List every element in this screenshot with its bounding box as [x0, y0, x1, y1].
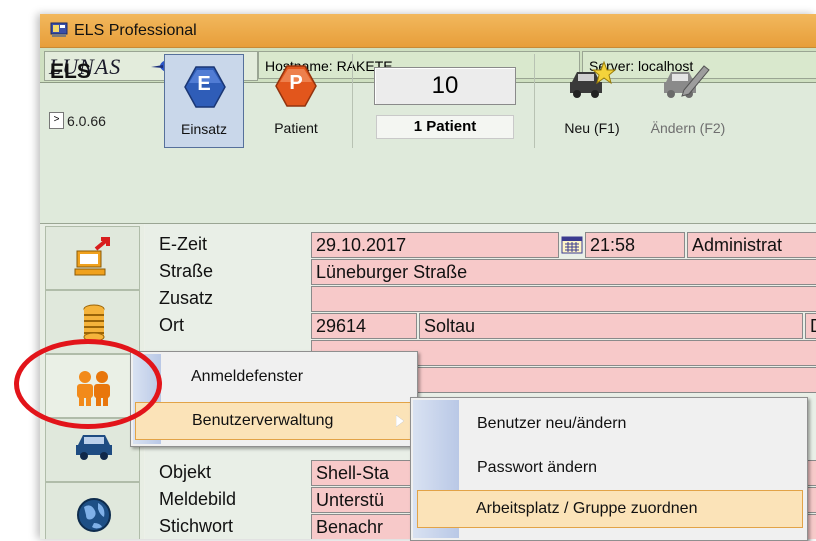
toolbar-separator [352, 54, 353, 148]
computer-arrow-icon [74, 237, 110, 276]
edit-car-pencil-icon [664, 65, 710, 98]
toolbar-separator [534, 54, 535, 148]
submenu-arrow-icon [396, 415, 404, 427]
einsatz-label: Einsatz [181, 121, 227, 137]
toolbar: ELS > 6.0.66 E Einsatz P Patient 10 1 Pa… [40, 54, 816, 224]
field-label-zusatz: Zusatz [159, 288, 214, 308]
ezeit-date-field[interactable]: 29.10.2017 [311, 232, 559, 258]
patient-label: Patient [274, 120, 318, 136]
version-expand-button[interactable]: > [49, 112, 64, 129]
title-bar: ELS Professional [40, 14, 816, 48]
patient-button[interactable]: P Patient [256, 54, 336, 148]
edit-button[interactable]: Ändern (F2) [638, 52, 738, 148]
window-title: ELS Professional [74, 22, 197, 39]
zusatz-field[interactable] [311, 286, 816, 312]
ort-district-field[interactable]: D [805, 313, 816, 339]
edit-label: Ändern (F2) [650, 120, 726, 136]
strasse-field[interactable]: Lüneburger Straße [311, 259, 816, 285]
menu-item-anmeldefenster[interactable]: Anmeldefenster [163, 358, 411, 396]
new-button[interactable]: Neu (F1) [552, 52, 632, 148]
menu-item-label: Benutzerverwaltung [192, 412, 334, 429]
version-label: 6.0.66 [67, 113, 106, 129]
field-label-meldebild: Meldebild [159, 489, 237, 509]
einsatz-counter: 10 [374, 67, 516, 105]
sidebar-login-button[interactable] [45, 226, 140, 290]
ezeit-time-field[interactable]: 21:58 [585, 232, 685, 258]
submenu-item-passwort[interactable]: Passwort ändern [463, 450, 799, 486]
globe-icon [77, 498, 111, 532]
new-car-star-icon [570, 60, 617, 98]
submenu: Benutzer neu/ändern Passwort ändern Arbe… [410, 397, 808, 541]
context-menu: Anmeldefenster Benutzerverwaltung [130, 351, 418, 447]
ort-zip-field[interactable]: 29614 [311, 313, 417, 339]
field-label-ezeit: E-Zeit [159, 234, 208, 254]
app-icon [50, 22, 68, 37]
sidebar-map-button[interactable] [45, 482, 140, 539]
car-icon [76, 435, 112, 460]
field-label-ort: Ort [159, 315, 184, 335]
new-label: Neu (F1) [564, 120, 620, 136]
einsatz-letter: E [197, 73, 211, 95]
field-label-stichwort: Stichwort [159, 516, 234, 536]
submenu-item-benutzer-neu[interactable]: Benutzer neu/ändern [463, 406, 799, 442]
einsatz-button[interactable]: E Einsatz [164, 54, 244, 148]
field-label-strasse: Straße [159, 261, 214, 281]
app-name-label: ELS [50, 60, 91, 83]
menu-item-benutzerverwaltung[interactable]: Benutzerverwaltung [135, 402, 413, 440]
ezeit-user-field[interactable]: Administrat [687, 232, 816, 258]
calendar-icon[interactable] [561, 236, 583, 254]
annotation-circle [14, 339, 162, 429]
field-label-objekt: Objekt [159, 462, 212, 482]
ort-city-field[interactable]: Soltau [419, 313, 803, 339]
patient-counter: 1 Patient [376, 115, 514, 139]
submenu-item-arbeitsplatz[interactable]: Arbeitsplatz / Gruppe zuordnen [417, 490, 803, 528]
patient-letter: P [289, 72, 303, 94]
